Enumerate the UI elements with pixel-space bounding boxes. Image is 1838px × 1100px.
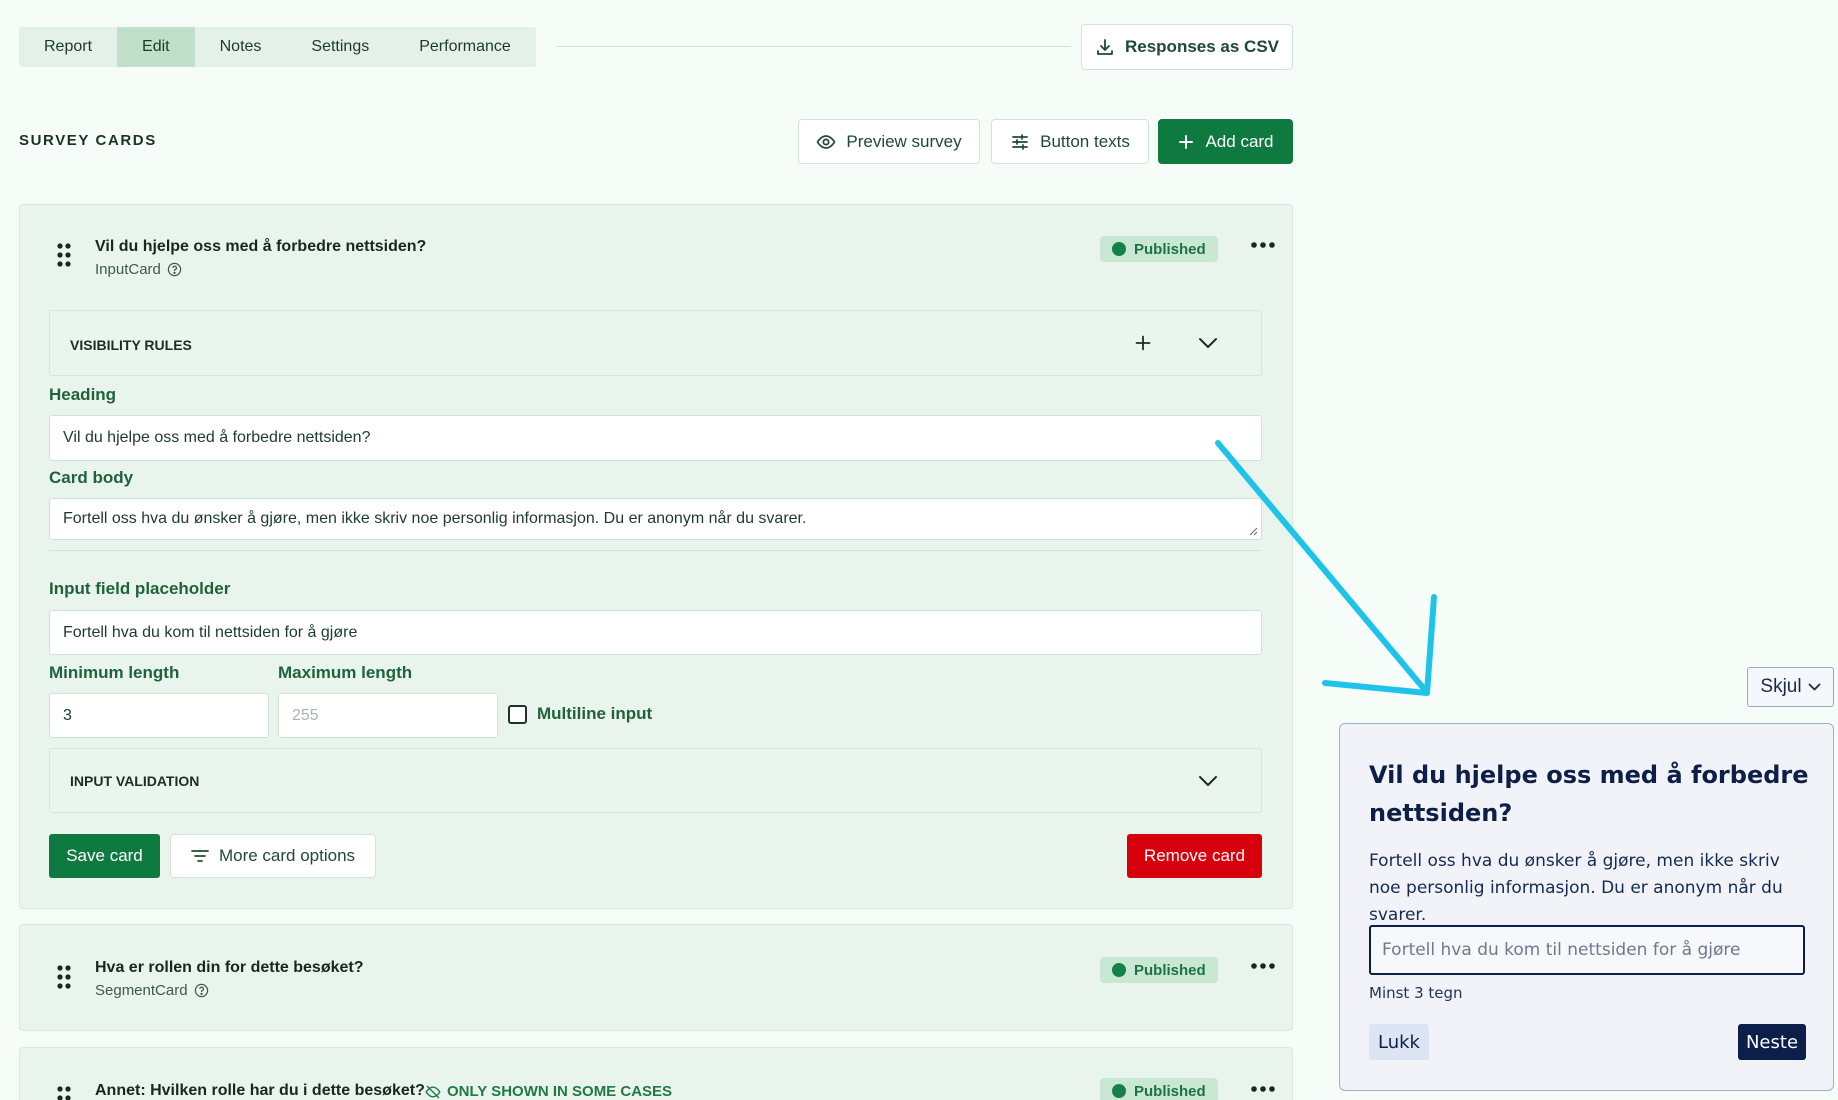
hide-widget-label: Skjul: [1760, 676, 1802, 697]
hide-widget-button[interactable]: Skjul: [1747, 667, 1834, 707]
widget-body: Fortell oss hva du ønsker å gjøre, men i…: [1369, 851, 1783, 925]
survey-widget: Vil du hjelpe oss med å forbedre nettsid…: [1339, 723, 1834, 1091]
widget-answer-input[interactable]: Fortell hva du kom til nettsiden for å g…: [1369, 925, 1805, 975]
next-button[interactable]: Neste: [1738, 1024, 1806, 1060]
widget-heading: Vil du hjelpe oss med å forbedre nettsid…: [1369, 761, 1809, 827]
close-button[interactable]: Lukk: [1369, 1024, 1429, 1060]
widget-hint: Minst 3 tegn: [1369, 984, 1463, 1002]
chevron-down-icon: [1808, 683, 1821, 691]
